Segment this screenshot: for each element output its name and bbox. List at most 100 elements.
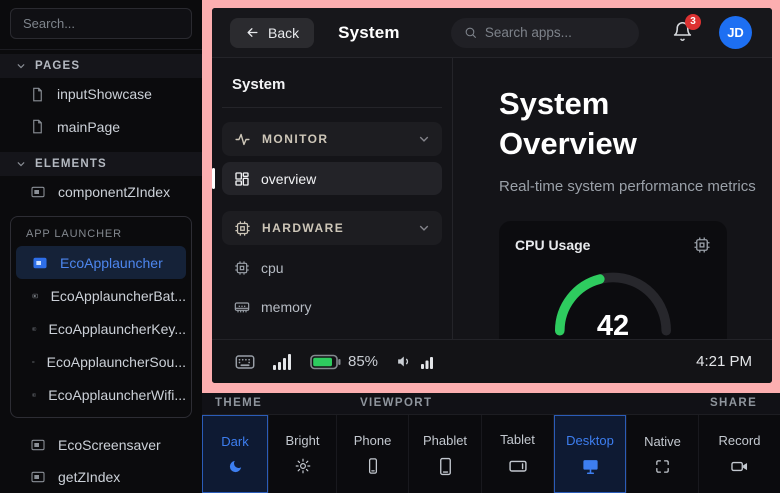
app-search-input[interactable] xyxy=(485,25,626,40)
button-label: Tablet xyxy=(500,432,535,447)
clock: 4:21 PM xyxy=(696,353,752,370)
component-icon xyxy=(32,288,39,304)
page-title: System Overview xyxy=(499,84,719,163)
viewport-native-button[interactable]: Native xyxy=(627,415,699,493)
button-label: Desktop xyxy=(566,433,614,448)
chevron-down-icon xyxy=(418,222,430,234)
section-header-pages[interactable]: PAGES xyxy=(0,54,202,78)
nav-item-cpu[interactable]: cpu xyxy=(222,251,442,284)
nav-section-label: MONITOR xyxy=(262,132,329,146)
sidebar-item-label: EcoApplauncherWifi... xyxy=(48,387,186,403)
theme-dark-button[interactable]: Dark xyxy=(202,415,269,493)
sidebar-item-componentzindex[interactable]: componentZIndex xyxy=(0,176,202,208)
viewport-tablet-button[interactable]: Tablet xyxy=(482,415,554,493)
moon-icon xyxy=(227,458,244,475)
app-title: System xyxy=(338,23,400,43)
app-launcher-group: APP LAUNCHER EcoApplauncher EcoApplaunch… xyxy=(10,216,192,418)
sidebar-item-label: EcoApplauncherSou... xyxy=(47,354,186,370)
back-button[interactable]: Back xyxy=(230,18,314,48)
component-icon xyxy=(32,255,48,271)
sidebar-item-ecoapplauncherbat[interactable]: EcoApplauncherBat... xyxy=(16,279,186,312)
activity-icon xyxy=(234,131,251,148)
app-topbar: Back System 3 JD xyxy=(212,8,772,58)
section-label: PAGES xyxy=(35,60,80,72)
chevron-down-icon xyxy=(16,159,26,169)
viewport-phablet-button[interactable]: Phablet xyxy=(409,415,482,493)
sidebar-item-label: EcoApplauncherBat... xyxy=(51,288,186,304)
sidebar-item-ecoapplauncherwifi[interactable]: EcoApplauncherWifi... xyxy=(16,378,186,411)
sidebar-search[interactable] xyxy=(10,8,192,39)
sidebar-item-mainpage[interactable]: mainPage xyxy=(0,111,202,143)
back-label: Back xyxy=(268,25,299,41)
phone-icon xyxy=(364,457,382,475)
button-label: Native xyxy=(644,434,681,449)
button-label: Bright xyxy=(286,433,320,448)
sidebar-item-ecoapplauncher[interactable]: EcoApplauncher xyxy=(16,246,186,279)
toolbar-group-theme-label: THEME xyxy=(215,397,262,409)
component-icon xyxy=(32,354,35,370)
nav-section-monitor[interactable]: MONITOR xyxy=(222,122,442,156)
theme-bright-button[interactable]: Bright xyxy=(269,415,337,493)
group-label: APP LAUNCHER xyxy=(16,223,186,246)
notifications-button[interactable]: 3 xyxy=(672,21,693,45)
preview-frame: Back System 3 JD xyxy=(202,0,780,393)
panel-title: System xyxy=(222,70,442,108)
toolbar-group-share-label: SHARE xyxy=(710,397,757,409)
search-icon xyxy=(464,25,477,40)
sidebar-item-inputshowcase[interactable]: inputShowcase xyxy=(0,78,202,110)
sidebar-item-ecoscreensaver[interactable]: EcoScreensaver xyxy=(0,428,202,460)
nav-item-label: memory xyxy=(261,299,312,315)
battery-indicator: 85% xyxy=(310,353,378,370)
explorer-sidebar: PAGES inputShowcase mainPage ELEMENTS co… xyxy=(0,0,202,493)
fullscreen-corners-icon xyxy=(654,458,671,475)
component-icon xyxy=(30,437,46,453)
sidebar-search-input[interactable] xyxy=(23,16,179,31)
keyboard-icon[interactable] xyxy=(234,351,256,373)
battery-icon xyxy=(310,354,341,370)
topbar-middle xyxy=(400,18,672,48)
arrow-left-icon xyxy=(245,25,260,40)
volume-bars-icon xyxy=(421,355,433,369)
viewport-desktop-button[interactable]: Desktop xyxy=(554,415,627,493)
cpu-chip-icon xyxy=(693,236,711,254)
button-label: Phone xyxy=(354,433,392,448)
dashboard-grid-icon xyxy=(234,171,250,187)
phablet-icon xyxy=(436,457,455,476)
nav-section-hardware[interactable]: HARDWARE xyxy=(222,211,442,245)
chevron-down-icon xyxy=(16,61,26,71)
memory-icon xyxy=(234,299,250,315)
main-column: Back System 3 JD xyxy=(202,0,780,493)
divider xyxy=(0,49,202,50)
volume-indicator xyxy=(395,353,433,370)
record-video-icon xyxy=(730,457,749,476)
app-statusbar: 85% 4:21 PM xyxy=(212,339,772,383)
chevron-down-icon xyxy=(418,133,430,145)
viewport-phone-button[interactable]: Phone xyxy=(337,415,409,493)
app-canvas: Back System 3 JD xyxy=(212,8,772,383)
toolbar-buttons: Dark Bright Phone Phablet Tablet xyxy=(202,415,780,493)
nav-item-overview[interactable]: overview xyxy=(222,162,442,195)
avatar[interactable]: JD xyxy=(719,16,752,49)
sidebar-item-ecoapplauncherkey[interactable]: EcoApplauncherKey... xyxy=(16,312,186,345)
nav-item-label: overview xyxy=(261,171,316,187)
sidebar-item-getzindex[interactable]: getZIndex xyxy=(0,461,202,493)
nav-item-memory[interactable]: memory xyxy=(222,290,442,323)
section-header-elements[interactable]: ELEMENTS xyxy=(0,152,202,176)
app-body: System MONITOR overview xyxy=(212,58,772,383)
share-record-button[interactable]: Record xyxy=(699,415,780,493)
sidebar-item-ecoapplaunchersou[interactable]: EcoApplauncherSou... xyxy=(16,345,186,378)
app-nav-panel: System MONITOR overview xyxy=(212,58,453,383)
page-subtitle: Real-time system performance metrics xyxy=(499,176,772,197)
sidebar-item-label: componentZIndex xyxy=(58,184,170,200)
sidebar-item-label: inputShowcase xyxy=(57,86,152,102)
app-search[interactable] xyxy=(451,18,639,48)
sidebar-item-label: EcoApplauncherKey... xyxy=(49,321,187,337)
sidebar-item-label: EcoScreensaver xyxy=(58,437,161,453)
workbench: PAGES inputShowcase mainPage ELEMENTS co… xyxy=(0,0,780,493)
tablet-icon xyxy=(508,456,528,476)
component-icon xyxy=(30,469,46,485)
component-icon xyxy=(32,387,36,403)
desktop-icon xyxy=(581,457,600,476)
sidebar-item-label: getZIndex xyxy=(58,469,120,485)
button-label: Phablet xyxy=(423,433,467,448)
